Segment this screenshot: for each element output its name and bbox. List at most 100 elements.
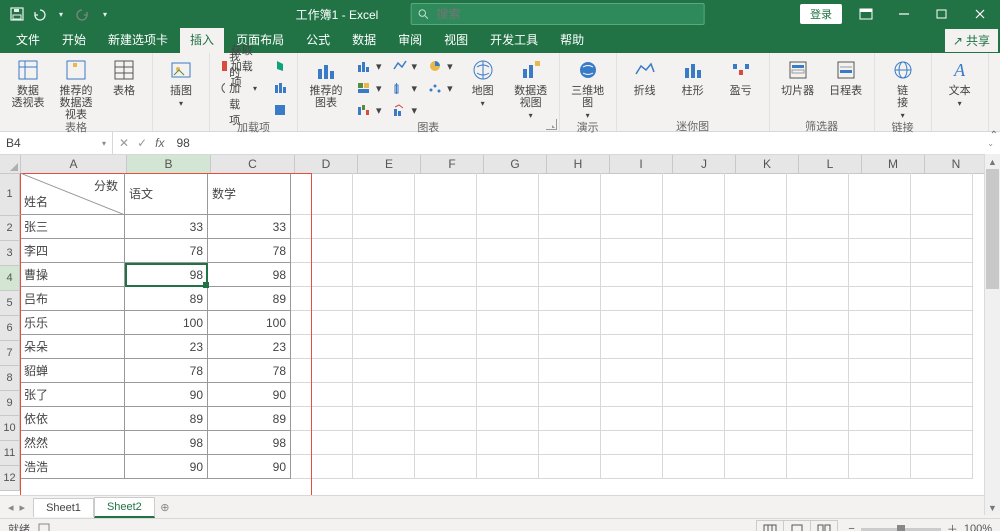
column-header-H[interactable]: H	[547, 155, 610, 174]
cell-I5[interactable]	[601, 287, 663, 311]
cell-N5[interactable]	[911, 287, 973, 311]
slicer-button[interactable]: 切片器	[776, 55, 820, 99]
sheet-tab-Sheet2[interactable]: Sheet2	[94, 497, 155, 518]
cell-F4[interactable]	[415, 263, 477, 287]
cell-G7[interactable]	[477, 335, 539, 359]
column-header-D[interactable]: D	[295, 155, 358, 174]
cell-A7[interactable]: 朵朵	[20, 335, 125, 359]
cell-J9[interactable]	[663, 383, 725, 407]
cell-F11[interactable]	[415, 431, 477, 455]
sheet-tab-Sheet1[interactable]: Sheet1	[33, 498, 94, 517]
cell-J6[interactable]	[663, 311, 725, 335]
map-chart-button[interactable]: 地图▾	[461, 55, 505, 110]
charts-dialog-launcher[interactable]	[546, 119, 557, 130]
cell-K12[interactable]	[725, 455, 787, 479]
cell-B1[interactable]: 语文	[125, 173, 208, 215]
visio-icon[interactable]	[269, 99, 291, 121]
zoom-control[interactable]: − ＋ 100%	[848, 521, 992, 531]
cell-L9[interactable]	[787, 383, 849, 407]
ribbon-options-icon[interactable]	[852, 0, 880, 28]
cell-C2[interactable]: 33	[208, 215, 291, 239]
waterfall-chart-icon[interactable]: ▾	[352, 99, 386, 121]
sparkline-winloss-button[interactable]: 盈亏	[719, 55, 763, 99]
page-layout-view-icon[interactable]	[784, 521, 811, 531]
cell-I2[interactable]	[601, 215, 663, 239]
cell-M9[interactable]	[849, 383, 911, 407]
cell-K10[interactable]	[725, 407, 787, 431]
cell-L10[interactable]	[787, 407, 849, 431]
cell-B12[interactable]: 90	[125, 455, 208, 479]
cell-L3[interactable]	[787, 239, 849, 263]
cell-C3[interactable]: 78	[208, 239, 291, 263]
row-header-9[interactable]: 9	[0, 391, 20, 416]
cell-M10[interactable]	[849, 407, 911, 431]
cell-M5[interactable]	[849, 287, 911, 311]
cell-M7[interactable]	[849, 335, 911, 359]
cell-B4[interactable]: 98	[125, 263, 208, 287]
name-box[interactable]: B4▾	[0, 132, 113, 154]
save-icon[interactable]	[8, 5, 26, 23]
cell-C10[interactable]: 89	[208, 407, 291, 431]
cell-E4[interactable]	[353, 263, 415, 287]
cell-D6[interactable]	[291, 311, 353, 335]
cell-L6[interactable]	[787, 311, 849, 335]
cell-J2[interactable]	[663, 215, 725, 239]
column-header-N[interactable]: N	[925, 155, 988, 174]
cell-G3[interactable]	[477, 239, 539, 263]
cell-F6[interactable]	[415, 311, 477, 335]
cell-L2[interactable]	[787, 215, 849, 239]
cell-N12[interactable]	[911, 455, 973, 479]
cell-E8[interactable]	[353, 359, 415, 383]
cell-J7[interactable]	[663, 335, 725, 359]
tab-文件[interactable]: 文件	[6, 27, 50, 53]
sheet-nav-prev-icon[interactable]: ◂	[8, 501, 14, 514]
cell-L11[interactable]	[787, 431, 849, 455]
cell-D11[interactable]	[291, 431, 353, 455]
cell-J3[interactable]	[663, 239, 725, 263]
table-button[interactable]: 表格	[102, 55, 146, 99]
cell-D2[interactable]	[291, 215, 353, 239]
cell-A1[interactable]: 分数姓名	[20, 173, 125, 215]
cell-K9[interactable]	[725, 383, 787, 407]
cell-H8[interactable]	[539, 359, 601, 383]
cell-K8[interactable]	[725, 359, 787, 383]
cell-H9[interactable]	[539, 383, 601, 407]
cell-G11[interactable]	[477, 431, 539, 455]
sparkline-column-button[interactable]: 柱形	[671, 55, 715, 99]
cell-K5[interactable]	[725, 287, 787, 311]
cell-B7[interactable]: 23	[125, 335, 208, 359]
cell-A4[interactable]: 曹操	[20, 263, 125, 287]
cell-M11[interactable]	[849, 431, 911, 455]
cell-N1[interactable]	[911, 173, 973, 215]
zoom-out-icon[interactable]: −	[848, 523, 854, 531]
hierarchy-chart-icon[interactable]: ▾	[352, 77, 386, 99]
scroll-thumb[interactable]	[986, 169, 999, 289]
cell-D9[interactable]	[291, 383, 353, 407]
cell-N6[interactable]	[911, 311, 973, 335]
cell-E7[interactable]	[353, 335, 415, 359]
cell-H7[interactable]	[539, 335, 601, 359]
login-button[interactable]: 登录	[800, 4, 842, 24]
cell-N9[interactable]	[911, 383, 973, 407]
cell-D10[interactable]	[291, 407, 353, 431]
scatter-chart-icon[interactable]: ▾	[423, 77, 457, 99]
row-header-1[interactable]: 1	[0, 173, 20, 216]
row-header-12[interactable]: 12	[0, 466, 20, 491]
cell-M2[interactable]	[849, 215, 911, 239]
3d-map-button[interactable]: 三维地图▾	[566, 55, 610, 122]
cell-F8[interactable]	[415, 359, 477, 383]
cell-J12[interactable]	[663, 455, 725, 479]
cell-I7[interactable]	[601, 335, 663, 359]
cell-F7[interactable]	[415, 335, 477, 359]
cell-C12[interactable]: 90	[208, 455, 291, 479]
cell-E2[interactable]	[353, 215, 415, 239]
normal-view-icon[interactable]	[757, 521, 784, 531]
select-all-corner[interactable]	[0, 155, 21, 174]
tab-开发工具[interactable]: 开发工具	[480, 27, 548, 53]
cell-H6[interactable]	[539, 311, 601, 335]
cell-M4[interactable]	[849, 263, 911, 287]
cell-K3[interactable]	[725, 239, 787, 263]
cell-B2[interactable]: 33	[125, 215, 208, 239]
undo-dropdown-icon[interactable]: ▾	[52, 5, 70, 23]
cell-N8[interactable]	[911, 359, 973, 383]
